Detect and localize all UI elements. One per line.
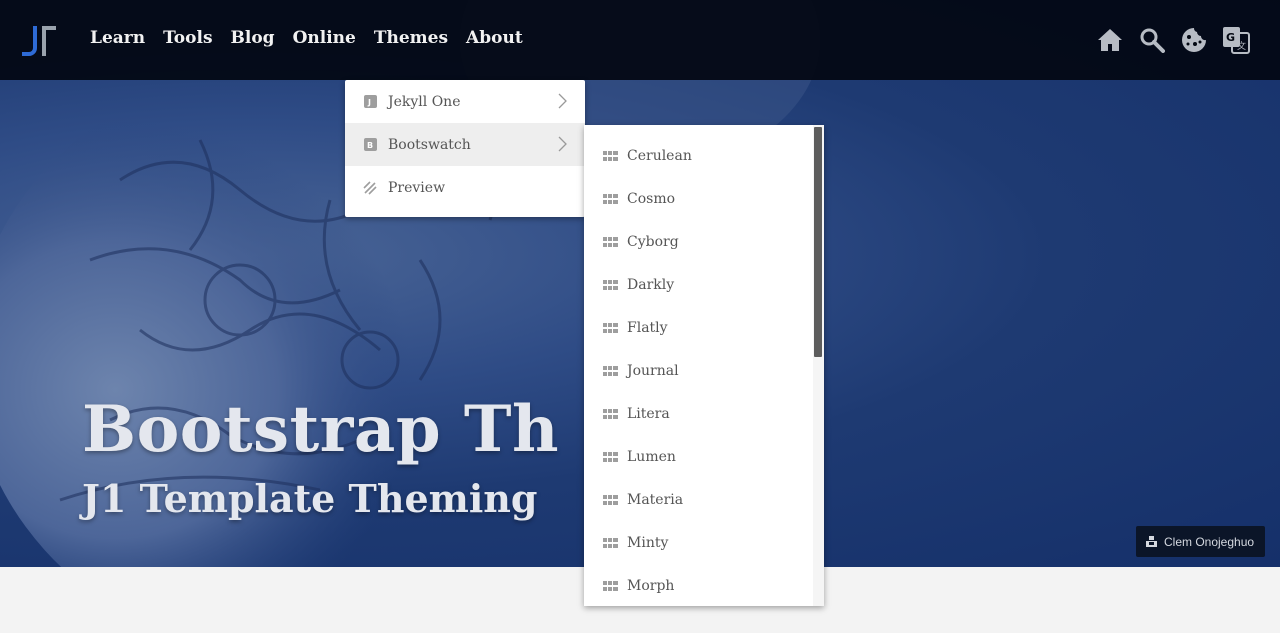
theme-grid-icon (603, 193, 618, 204)
submenu-item-minty[interactable]: Minty (584, 521, 824, 564)
menu-item-preview[interactable]: Preview (345, 166, 585, 209)
theme-grid-icon (603, 150, 618, 161)
menu-item-jekyll-one[interactable]: J Jekyll One (345, 80, 585, 123)
photo-credit-name: Clem Onojeghuo (1164, 534, 1255, 549)
theme-grid-icon (603, 236, 618, 247)
submenu-item-darkly[interactable]: Darkly (584, 263, 824, 306)
submenu-item-label: Minty (627, 534, 669, 551)
menu-item-label: Preview (388, 179, 446, 196)
theme-grid-icon (603, 580, 618, 591)
submenu-item-cosmo[interactable]: Cosmo (584, 177, 824, 220)
submenu-item-label: Cyborg (627, 233, 679, 250)
theme-grid-icon (603, 494, 618, 505)
theme-grid-icon (603, 322, 618, 333)
svg-text:G: G (1226, 31, 1235, 44)
submenu-item-label: Cosmo (627, 190, 676, 207)
submenu-item-morph[interactable]: Morph (584, 564, 824, 606)
submenu-item-label: Lumen (627, 448, 676, 465)
svg-text:B: B (367, 141, 373, 150)
palette-icon (363, 180, 377, 195)
menu-item-label: Jekyll One (388, 93, 461, 110)
menu-item-bootswatch[interactable]: B Bootswatch (345, 123, 585, 166)
nav-learn[interactable]: Learn (90, 28, 145, 48)
submenu-item-label: Flatly (627, 319, 668, 336)
themes-dropdown: J Jekyll One B Bootswatch Preview (345, 80, 585, 217)
bootswatch-theme-list: Cerulean Cosmo Cyborg Darkly Flatly Journal Li… (584, 125, 824, 606)
submenu-item-journal[interactable]: Journal (584, 349, 824, 392)
submenu-item-materia[interactable]: Materia (584, 478, 824, 521)
submenu-item-label: Morph (627, 577, 675, 594)
brand-logo[interactable] (20, 24, 60, 58)
home-icon[interactable] (1096, 25, 1124, 55)
svg-text:J: J (367, 98, 371, 107)
nav-themes[interactable]: Themes (374, 28, 448, 48)
submenu-item-lumen[interactable]: Lumen (584, 435, 824, 478)
translate-icon[interactable]: G 文 (1222, 25, 1250, 55)
submenu-item-label: Cerulean (627, 147, 692, 164)
submenu-item-label: Litera (627, 405, 670, 422)
bootswatch-badge-icon: B (363, 138, 377, 152)
navbar: Learn Tools Blog Online Themes About G 文 (0, 0, 1280, 80)
theme-grid-icon (603, 365, 618, 376)
jekyll-badge-icon: J (363, 95, 377, 109)
nav-online[interactable]: Online (293, 28, 356, 48)
theme-grid-icon (603, 537, 618, 548)
submenu-scrollbar[interactable] (813, 125, 824, 606)
menu-item-label: Bootswatch (388, 136, 471, 153)
chevron-right-icon (558, 93, 567, 109)
cookie-icon[interactable] (1180, 25, 1208, 55)
hero-subtitle: J1 Template Theming (82, 476, 538, 521)
hero-title: Bootstrap Th (82, 392, 559, 467)
j1-logo-icon (22, 26, 56, 56)
theme-grid-icon (603, 408, 618, 419)
submenu-item-litera[interactable]: Litera (584, 392, 824, 435)
submenu-item-cerulean[interactable]: Cerulean (584, 134, 824, 177)
submenu-item-label: Journal (627, 362, 679, 379)
submenu-item-label: Materia (627, 491, 684, 508)
submenu-item-cyborg[interactable]: Cyborg (584, 220, 824, 263)
submenu-scrollbar-thumb[interactable] (814, 127, 822, 357)
bootswatch-submenu: Cerulean Cosmo Cyborg Darkly Flatly Journal Li… (584, 125, 824, 606)
theme-grid-icon (603, 451, 618, 462)
submenu-item-flatly[interactable]: Flatly (584, 306, 824, 349)
unsplash-icon (1146, 536, 1157, 547)
search-icon[interactable] (1138, 25, 1166, 55)
nav-about[interactable]: About (466, 28, 523, 48)
nav-blog[interactable]: Blog (231, 28, 275, 48)
theme-grid-icon (603, 279, 618, 290)
photo-credit[interactable]: Clem Onojeghuo (1136, 526, 1265, 557)
submenu-item-label: Darkly (627, 276, 675, 293)
nav-icons: G 文 (1096, 25, 1250, 55)
main-nav: Learn Tools Blog Online Themes About (90, 28, 541, 48)
chevron-right-icon (558, 136, 567, 152)
nav-tools[interactable]: Tools (163, 28, 212, 48)
svg-text:文: 文 (1237, 40, 1246, 52)
